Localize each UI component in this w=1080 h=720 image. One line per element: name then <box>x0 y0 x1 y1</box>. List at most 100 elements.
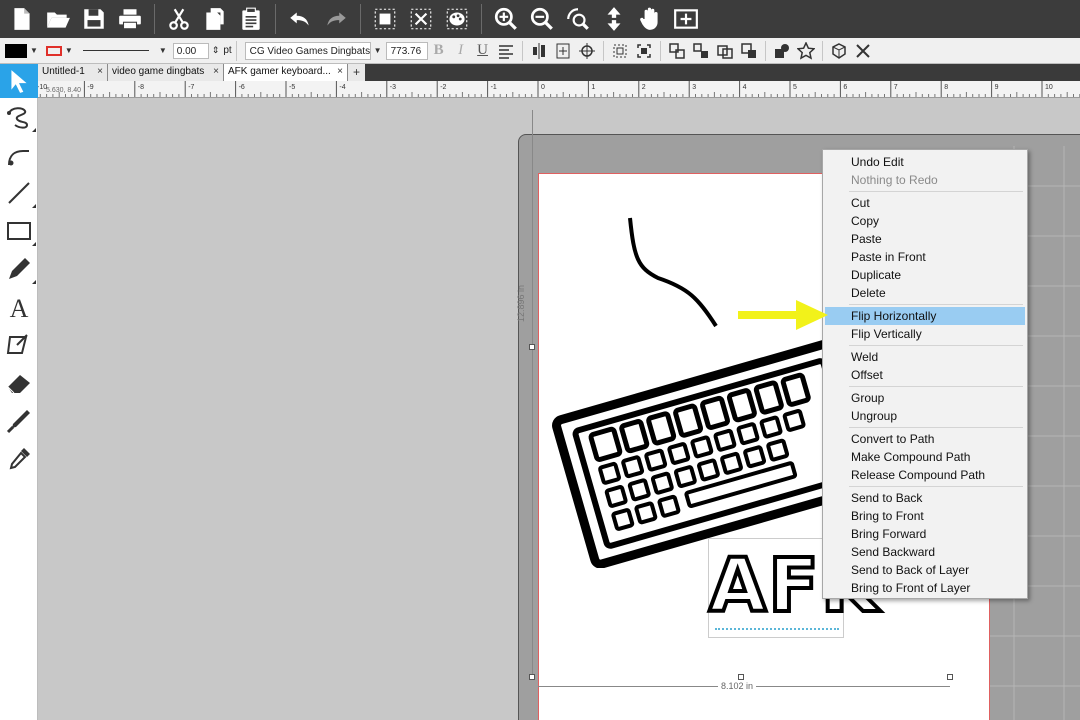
group-select-icon[interactable] <box>367 1 403 37</box>
tab-untitled[interactable]: Untitled-1 × <box>38 64 108 81</box>
open-folder-icon[interactable] <box>40 1 76 37</box>
ruler-tick-label: -3 <box>390 84 396 91</box>
cube-icon[interactable] <box>827 39 851 63</box>
menu-item-ungroup[interactable]: Ungroup <box>823 407 1027 425</box>
svg-text:A: A <box>10 294 29 321</box>
line-style-sample[interactable] <box>82 50 149 51</box>
eyedropper-tool-icon[interactable] <box>0 440 38 478</box>
stepper-icon[interactable]: ⇕ <box>212 45 220 56</box>
menu-item-bring-to-front-of-layer[interactable]: Bring to Front of Layer <box>823 579 1027 597</box>
italic-button[interactable]: I <box>450 42 472 59</box>
close-icon[interactable]: × <box>213 66 219 77</box>
bold-button[interactable]: B <box>428 42 450 59</box>
menu-separator <box>849 304 1023 305</box>
cut-icon[interactable] <box>161 1 197 37</box>
close-icon[interactable]: × <box>97 66 103 77</box>
menu-item-offset[interactable]: Offset <box>823 366 1027 384</box>
tab-afk-gamer-keyboard[interactable]: AFK gamer keyboard... × <box>224 64 348 81</box>
menu-item-weld[interactable]: Weld <box>823 348 1027 366</box>
text-tool-icon[interactable]: A <box>0 288 38 326</box>
line-unit: pt <box>223 45 232 56</box>
paste-icon[interactable] <box>233 1 269 37</box>
save-icon[interactable] <box>76 1 112 37</box>
chevron-down-icon[interactable]: ▼ <box>374 46 382 55</box>
underline-button[interactable]: U <box>472 42 494 59</box>
menu-item-bring-to-front[interactable]: Bring to Front <box>823 507 1027 525</box>
resize-handle[interactable] <box>947 674 953 680</box>
close-icon[interactable] <box>851 39 875 63</box>
ruler-tick-label: -10 <box>38 84 47 91</box>
close-icon[interactable]: × <box>337 66 343 77</box>
curve-tool-icon[interactable] <box>0 136 38 174</box>
resize-handle[interactable] <box>529 674 535 680</box>
chevron-down-icon[interactable]: ▼ <box>65 46 73 55</box>
sketch-tool-icon[interactable] <box>0 326 38 364</box>
keyboard-drawing[interactable] <box>548 208 848 568</box>
select-tool-icon[interactable] <box>0 64 38 98</box>
compound-path-icon[interactable] <box>713 39 737 63</box>
ruler-tick-label: 0 <box>541 84 545 91</box>
menu-item-release-compound-path[interactable]: Release Compound Path <box>823 466 1027 484</box>
knife-tool-icon[interactable] <box>0 402 38 440</box>
context-menu: Undo Edit Nothing to Redo Cut Copy Paste Past… <box>822 149 1028 599</box>
menu-item-paste-in-front[interactable]: Paste in Front <box>823 248 1027 266</box>
align-center-icon[interactable] <box>527 39 551 63</box>
shapes-icon[interactable] <box>770 39 794 63</box>
new-tab-button[interactable]: + <box>348 64 365 81</box>
menu-item-cut[interactable]: Cut <box>823 194 1027 212</box>
resize-handle[interactable] <box>738 674 744 680</box>
edit-points-tool-icon[interactable] <box>0 98 38 136</box>
font-size-input[interactable]: 773.76 <box>385 41 428 60</box>
fit-page-icon[interactable] <box>668 1 704 37</box>
menu-item-undo-edit[interactable]: Undo Edit <box>823 153 1027 171</box>
release-compound-icon[interactable] <box>737 39 761 63</box>
ruler-tick-label: 7 <box>894 84 898 91</box>
font-select[interactable]: CG Video Games Dingbats <box>244 41 371 60</box>
resize-handle[interactable] <box>529 344 535 350</box>
chevron-down-icon[interactable]: ▼ <box>30 46 38 55</box>
new-file-icon[interactable] <box>4 1 40 37</box>
redo-icon[interactable] <box>318 1 354 37</box>
center-page-icon[interactable] <box>551 39 575 63</box>
line-tool-icon[interactable] <box>0 174 38 212</box>
color-palette-icon[interactable] <box>439 1 475 37</box>
crosshair-icon[interactable] <box>575 39 599 63</box>
menu-item-make-compound-path[interactable]: Make Compound Path <box>823 448 1027 466</box>
copy-icon[interactable] <box>197 1 233 37</box>
zoom-select-icon[interactable] <box>560 1 596 37</box>
fill-color-swatch[interactable] <box>5 43 27 58</box>
menu-item-copy[interactable]: Copy <box>823 212 1027 230</box>
print-icon[interactable] <box>112 1 148 37</box>
transform-icon[interactable] <box>632 39 656 63</box>
zoom-in-icon[interactable] <box>488 1 524 37</box>
undo-icon[interactable] <box>282 1 318 37</box>
menu-item-duplicate[interactable]: Duplicate <box>823 266 1027 284</box>
menu-item-bring-forward[interactable]: Bring Forward <box>823 525 1027 543</box>
pan-hand-icon[interactable] <box>632 1 668 37</box>
menu-item-convert-to-path[interactable]: Convert to Path <box>823 430 1027 448</box>
replicate-icon[interactable] <box>608 39 632 63</box>
pencil-tool-icon[interactable] <box>0 250 38 288</box>
ungroup-icon[interactable] <box>689 39 713 63</box>
menu-item-paste[interactable]: Paste <box>823 230 1027 248</box>
align-icon[interactable] <box>494 39 518 63</box>
tab-video-game-dingbats[interactable]: video game dingbats × <box>108 64 224 81</box>
menu-item-send-to-back[interactable]: Send to Back <box>823 489 1027 507</box>
rectangle-tool-icon[interactable] <box>0 212 38 250</box>
zoom-out-icon[interactable] <box>524 1 560 37</box>
star-icon[interactable] <box>794 39 818 63</box>
menu-item-delete[interactable]: Delete <box>823 284 1027 302</box>
move-arrows-icon[interactable] <box>596 1 632 37</box>
menu-item-flip-horizontally[interactable]: Flip Horizontally <box>825 307 1025 325</box>
group-icon[interactable] <box>665 39 689 63</box>
line-color-swatch[interactable] <box>45 45 62 56</box>
ruler-tick-label: 4 <box>743 84 747 91</box>
eraser-tool-icon[interactable] <box>0 364 38 402</box>
chevron-down-icon[interactable]: ▼ <box>159 46 167 55</box>
deselect-icon[interactable] <box>403 1 439 37</box>
menu-item-send-to-back-of-layer[interactable]: Send to Back of Layer <box>823 561 1027 579</box>
menu-item-group[interactable]: Group <box>823 389 1027 407</box>
menu-item-flip-vertically[interactable]: Flip Vertically <box>823 325 1027 343</box>
line-width-input[interactable]: 0.00 <box>172 42 209 59</box>
menu-item-send-backward[interactable]: Send Backward <box>823 543 1027 561</box>
